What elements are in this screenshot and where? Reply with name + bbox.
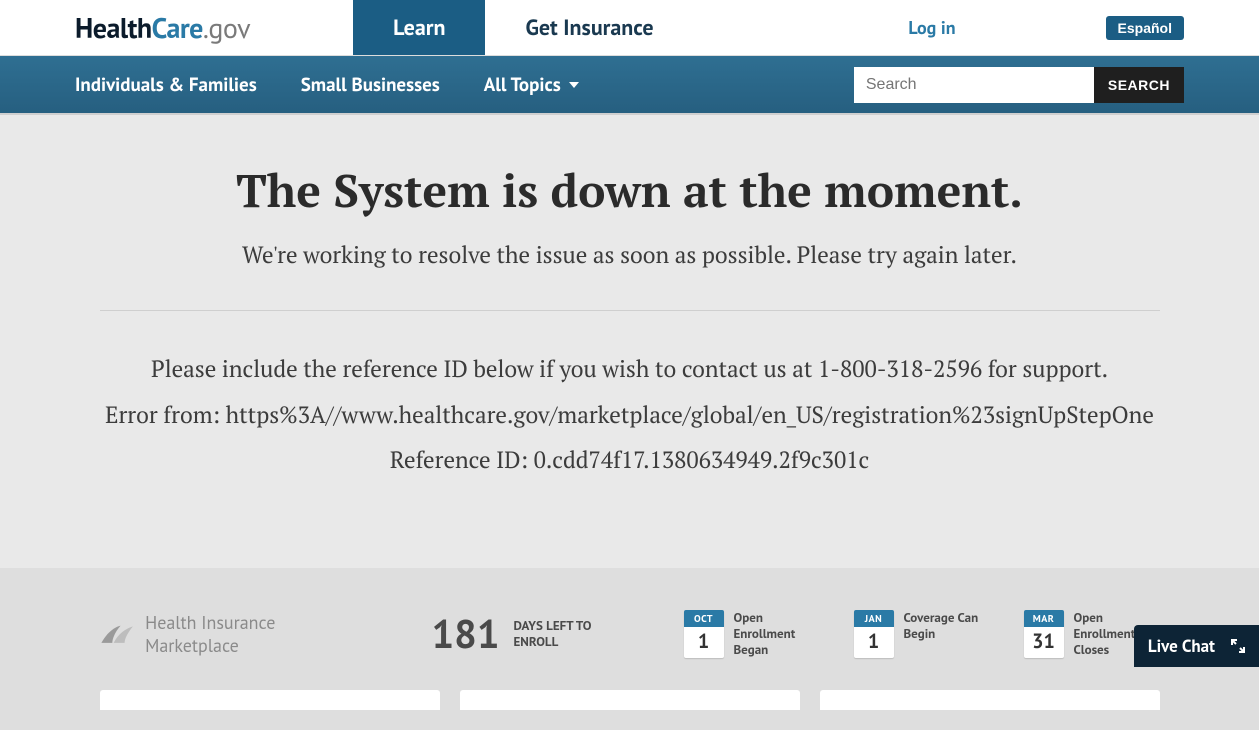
live-chat-label: Live Chat <box>1148 635 1215 657</box>
enrollment-countdown: 181 DAYS LEFT TO ENROLL <box>431 608 623 660</box>
search-form: SEARCH <box>854 67 1184 103</box>
date-badge: JAN 1 <box>854 610 894 659</box>
nav-small-businesses[interactable]: Small Businesses <box>301 73 440 97</box>
nav-all-topics[interactable]: All Topics <box>484 73 579 97</box>
marketplace-logo: Health Insurance Marketplace <box>100 611 302 657</box>
chevron-down-icon <box>569 82 579 88</box>
search-button-label: SEARCH <box>1108 77 1170 93</box>
reference-id-line: Reference ID: 0.cdd74f17.1380634949.2f9c… <box>100 442 1160 478</box>
date-month: JAN <box>854 610 894 627</box>
date-day: 31 <box>1024 627 1064 657</box>
footer-card <box>100 690 440 710</box>
main-content: The System is down at the moment. We're … <box>0 115 1259 568</box>
nav-individuals-label: Individuals & Families <box>75 73 257 97</box>
footer-cards-row <box>100 690 1160 710</box>
error-heading: The System is down at the moment. <box>100 160 1160 221</box>
marketplace-label: Health Insurance Marketplace <box>145 611 301 657</box>
date-day: 1 <box>854 627 894 657</box>
secondary-nav: Individuals & Families Small Businesses … <box>0 56 1259 115</box>
countdown-label: DAYS LEFT TO ENROLL <box>514 618 624 649</box>
key-dates: OCT 1 Open Enrollment Began JAN 1 Covera… <box>684 610 1160 659</box>
nav-individuals-families[interactable]: Individuals & Families <box>75 73 257 97</box>
footer: Health Insurance Marketplace 181 DAYS LE… <box>0 568 1259 730</box>
login-label: Log in <box>908 16 955 39</box>
date-month: MAR <box>1024 610 1064 627</box>
nav-small-biz-label: Small Businesses <box>301 73 440 97</box>
search-input[interactable] <box>854 67 1094 103</box>
date-text: Open Enrollment Began <box>734 610 820 659</box>
date-month: OCT <box>684 610 724 627</box>
site-logo[interactable]: HealthCare.gov <box>0 0 290 55</box>
nav-get-insurance-label: Get Insurance <box>525 14 653 42</box>
nav-all-topics-label: All Topics <box>484 73 561 97</box>
logo-text-gov: .gov <box>203 9 250 46</box>
nav-learn[interactable]: Learn <box>353 0 485 55</box>
language-label: Español <box>1118 20 1172 36</box>
marketplace-swoosh-icon <box>100 619 138 649</box>
footer-card <box>820 690 1160 710</box>
divider <box>100 310 1160 311</box>
logo-text-care: Care <box>152 9 203 46</box>
date-item-open-enrollment-began: OCT 1 Open Enrollment Began <box>684 610 820 659</box>
login-link[interactable]: Log in <box>908 16 955 39</box>
expand-icon <box>1231 639 1245 653</box>
primary-nav: Learn Get Insurance <box>353 0 694 55</box>
logo-text-health: Health <box>75 9 152 46</box>
support-contact-line: Please include the reference ID below if… <box>100 351 1160 387</box>
nav-learn-label: Learn <box>393 14 445 42</box>
date-text: Coverage Can Begin <box>904 610 990 659</box>
top-right-controls: Log in Español <box>908 0 1259 55</box>
date-day: 1 <box>684 627 724 657</box>
countdown-number: 181 <box>431 608 499 660</box>
date-item-coverage-begin: JAN 1 Coverage Can Begin <box>854 610 990 659</box>
search-button[interactable]: SEARCH <box>1094 67 1184 103</box>
error-subheading: We're working to resolve the issue as so… <box>100 239 1160 270</box>
nav-get-insurance[interactable]: Get Insurance <box>485 0 693 55</box>
language-button[interactable]: Español <box>1106 16 1184 40</box>
date-badge: OCT 1 <box>684 610 724 659</box>
top-header: HealthCare.gov Learn Get Insurance Log i… <box>0 0 1259 56</box>
footer-card <box>460 690 800 710</box>
error-source-line: Error from: https%3A//www.healthcare.gov… <box>100 397 1160 433</box>
live-chat-tab[interactable]: Live Chat <box>1134 625 1259 667</box>
date-badge: MAR 31 <box>1024 610 1064 659</box>
